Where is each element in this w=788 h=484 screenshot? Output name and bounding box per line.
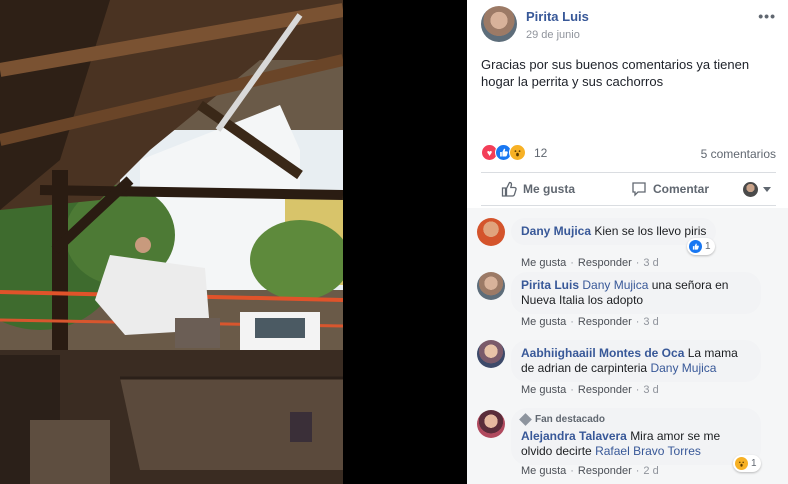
comment-icon: [632, 182, 646, 197]
commenter-name[interactable]: Dany Mujica: [521, 224, 591, 238]
commenter-name[interactable]: Alejandra Talavera: [521, 429, 627, 443]
comment-bubble: Dany Mujica Kien se los llevo piris: [511, 218, 717, 245]
comment-time[interactable]: 2 d: [643, 465, 658, 477]
comment-reply-link[interactable]: Responder: [578, 257, 632, 269]
tagged-user[interactable]: Rafael Bravo Torres: [595, 444, 701, 458]
comment-text: Kien se los llevo piris: [594, 224, 707, 238]
comment-actions: Me gusta · Responder · 3 d: [521, 257, 659, 269]
comment-reply-link[interactable]: Responder: [578, 384, 632, 396]
comment-button-label: Comentar: [653, 182, 710, 196]
comment-reply-link[interactable]: Responder: [578, 465, 632, 477]
comment-time[interactable]: 3 d: [643, 316, 658, 328]
comment-reactions[interactable]: 1: [687, 238, 715, 255]
post-details-pane: Pirita Luis 29 de junio ••• Gracias por …: [467, 0, 788, 484]
comment-item: Fan destacado Alejandra Talavera Mira am…: [477, 408, 778, 480]
photo-viewer[interactable]: [0, 0, 467, 484]
comment-actions: Me gusta · Responder · 3 d: [521, 316, 659, 328]
comment-reply-link[interactable]: Responder: [578, 316, 632, 328]
commenter-avatar[interactable]: [477, 340, 505, 368]
commenter-avatar[interactable]: [477, 218, 505, 246]
comment-reactions[interactable]: 1: [733, 455, 761, 472]
comment-time[interactable]: 3 d: [643, 257, 658, 269]
comment-like-link[interactable]: Me gusta: [521, 316, 566, 328]
comments-list: Dany Mujica Kien se los llevo piris 1 Me…: [467, 208, 788, 484]
comment-bubble: Aabhiighaaiil Montes de Oca La mama de a…: [511, 340, 761, 382]
comment-time[interactable]: 3 d: [643, 384, 658, 396]
more-options-icon[interactable]: •••: [758, 8, 776, 24]
comment-item: Aabhiighaaiil Montes de Oca La mama de a…: [477, 340, 778, 402]
comment-like-link[interactable]: Me gusta: [521, 257, 566, 269]
post-text: Gracias por sus buenos comentarios ya ti…: [481, 57, 750, 89]
commenter-avatar[interactable]: [477, 410, 505, 438]
diamond-icon: [519, 413, 532, 426]
reaction-icons[interactable]: ♥: [481, 144, 526, 162]
top-fan-badge: Fan destacado: [519, 412, 751, 427]
wow-icon: [509, 144, 526, 161]
tagged-user[interactable]: Dany Mujica: [582, 278, 648, 292]
commenter-name[interactable]: Aabhiighaaiil Montes de Oca: [521, 346, 684, 360]
comment-reaction-count: 1: [751, 458, 757, 469]
comment-item: Dany Mujica Kien se los llevo piris 1 Me…: [477, 218, 778, 269]
comment-bubble: Pirita Luis Dany Mujica una señora en Nu…: [511, 272, 761, 314]
action-bar: Me gusta Comentar: [481, 172, 776, 206]
like-button[interactable]: Me gusta: [501, 181, 575, 197]
like-icon: [689, 240, 702, 253]
comment-item: Pirita Luis Dany Mujica una señora en Nu…: [477, 272, 778, 334]
commenter-avatar[interactable]: [477, 272, 505, 300]
author-avatar[interactable]: [481, 6, 517, 42]
commenter-name[interactable]: Pirita Luis: [521, 278, 579, 292]
top-fan-label: Fan destacado: [535, 414, 606, 425]
current-user-avatar: [743, 182, 758, 197]
comment-actions: Me gusta · Responder · 3 d: [521, 384, 659, 396]
reaction-count[interactable]: 12: [534, 146, 547, 160]
chevron-down-icon: [763, 187, 771, 192]
comments-count-link[interactable]: 5 comentarios: [701, 147, 776, 161]
reactions-summary: ♥ 12 5 comentarios: [481, 144, 776, 164]
comment-bubble: Fan destacado Alejandra Talavera Mira am…: [511, 408, 761, 465]
author-name[interactable]: Pirita Luis: [526, 9, 589, 24]
comment-reaction-count: 1: [705, 241, 711, 252]
comment-like-link[interactable]: Me gusta: [521, 384, 566, 396]
wow-icon: [735, 457, 748, 470]
post-photo: [0, 0, 343, 484]
tagged-user[interactable]: Dany Mujica: [650, 361, 716, 375]
post-header: Pirita Luis 29 de junio •••: [481, 6, 778, 46]
comment-like-link[interactable]: Me gusta: [521, 465, 566, 477]
like-button-label: Me gusta: [523, 182, 576, 196]
thumbs-up-icon: [501, 181, 517, 197]
post-timestamp[interactable]: 29 de junio: [526, 29, 580, 41]
comment-as-selector[interactable]: [743, 182, 771, 197]
comment-actions: Me gusta · Responder · 2 d: [521, 465, 659, 477]
